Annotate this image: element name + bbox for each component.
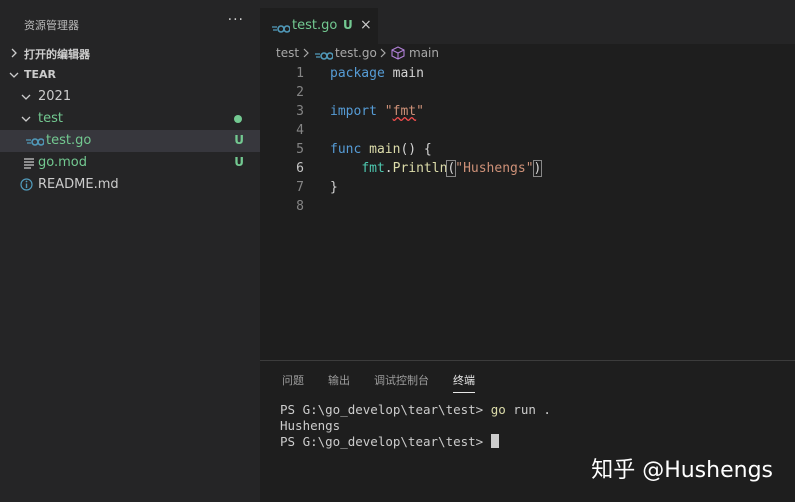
more-actions-icon[interactable]: ··· xyxy=(228,12,244,28)
code-line-7: } xyxy=(330,180,338,195)
tree-item-label: test xyxy=(38,111,63,126)
tree-item-test-go[interactable]: test.go U xyxy=(0,130,260,152)
package-token: fmt xyxy=(361,161,385,176)
code-editor[interactable]: 1 2 3 4 5 6 7 8 package main import "fmt… xyxy=(260,64,795,360)
close-icon[interactable]: × xyxy=(360,17,372,33)
string-quote: " xyxy=(376,104,393,119)
code-line-5: func main() { xyxy=(330,142,432,157)
terminal-command: go xyxy=(490,402,506,417)
string-quote: " xyxy=(416,104,424,119)
tree-item-label: go.mod xyxy=(38,155,87,170)
identifier-token: main xyxy=(384,66,424,81)
watermark: 知乎 @Hushengs xyxy=(591,458,773,483)
line-number: 4 xyxy=(296,123,304,138)
chevron-down-icon xyxy=(8,68,19,82)
keyword-token: package xyxy=(330,66,385,81)
breadcrumb: test test.go main xyxy=(260,44,795,64)
untracked-badge: U xyxy=(234,155,244,169)
string-token: "Hushengs" xyxy=(455,161,534,176)
terminal-prompt: PS G:\go_develop\tear\test> xyxy=(280,434,491,449)
terminal-args: run . xyxy=(505,402,551,417)
tab-debug-console[interactable]: 调试控制台 xyxy=(374,372,429,388)
line-number: 7 xyxy=(296,180,304,195)
terminal-prompt: PS G:\go_develop\tear\test> xyxy=(280,402,491,417)
terminal-line-2: Hushengs xyxy=(280,418,341,433)
tree-item-readme[interactable]: README.md xyxy=(0,174,260,196)
lines-file-icon xyxy=(23,157,35,173)
code-line-3: import "fmt" xyxy=(330,104,424,119)
chevron-down-icon xyxy=(20,112,31,126)
function-token: Println xyxy=(392,161,448,176)
modified-dot-icon xyxy=(234,115,242,123)
function-token: main xyxy=(361,142,401,157)
line-number: 8 xyxy=(296,199,304,214)
line-number-active: 6 xyxy=(296,161,304,176)
breadcrumb-file[interactable]: test.go xyxy=(335,46,377,60)
tab-terminal[interactable]: 终端 xyxy=(453,372,475,393)
chevron-down-icon xyxy=(20,90,31,104)
explorer-sidebar: 资源管理器 ··· 打开的编辑器 TEAR 2021 test test.go … xyxy=(0,0,260,502)
untracked-badge: U xyxy=(234,133,244,147)
bracket-token: ) xyxy=(532,160,543,177)
terminal-line-3[interactable]: PS G:\go_develop\tear\test> xyxy=(280,434,499,449)
explorer-header: 资源管理器 ··· xyxy=(0,0,260,44)
terminal-line-1: PS G:\go_develop\tear\test> go run . xyxy=(280,402,551,417)
line-number: 1 xyxy=(296,66,304,81)
tab-problems[interactable]: 问题 xyxy=(282,372,304,388)
project-section[interactable]: TEAR xyxy=(0,64,260,86)
tree-item-label: README.md xyxy=(38,177,119,192)
open-editors-label: 打开的编辑器 xyxy=(24,48,90,61)
go-file-icon xyxy=(26,136,45,151)
line-number: 3 xyxy=(296,104,304,119)
project-label: TEAR xyxy=(24,68,57,81)
punctuation-token: () { xyxy=(400,142,432,157)
chevron-right-icon xyxy=(303,47,309,61)
line-number: 5 xyxy=(296,142,304,157)
string-token: fmt xyxy=(392,104,417,119)
go-file-icon xyxy=(315,50,334,64)
line-number: 2 xyxy=(296,85,304,100)
tree-item-test[interactable]: test xyxy=(0,108,260,130)
keyword-token: func xyxy=(330,142,362,157)
chevron-right-icon xyxy=(10,46,20,60)
tree-item-label: test.go xyxy=(46,133,92,148)
open-editors-section[interactable]: 打开的编辑器 xyxy=(0,42,260,64)
tab-output[interactable]: 输出 xyxy=(328,372,350,388)
terminal-cursor xyxy=(490,434,499,448)
tree-item-2021[interactable]: 2021 xyxy=(0,86,260,108)
breadcrumb-folder[interactable]: test xyxy=(276,46,299,60)
tab-label: test.go xyxy=(292,18,338,33)
code-line-6: fmt.Println("Hushengs") xyxy=(330,160,543,177)
go-file-icon xyxy=(272,19,291,38)
keyword-token: import xyxy=(330,104,377,119)
tab-test-go[interactable]: test.go U × xyxy=(260,8,378,44)
punctuation-token: . xyxy=(384,161,393,176)
code-line-1: package main xyxy=(330,66,424,81)
info-icon xyxy=(20,178,33,195)
tree-item-label: 2021 xyxy=(38,89,72,104)
editor-tab-bar: test.go U × xyxy=(260,0,795,44)
untracked-badge: U xyxy=(343,18,353,32)
tree-item-go-mod[interactable]: go.mod U xyxy=(0,152,260,174)
breadcrumb-symbol[interactable]: main xyxy=(409,46,439,60)
cube-icon xyxy=(391,46,405,63)
explorer-title: 资源管理器 xyxy=(24,19,79,32)
chevron-right-icon xyxy=(380,47,386,61)
punctuation-token: } xyxy=(330,180,338,195)
